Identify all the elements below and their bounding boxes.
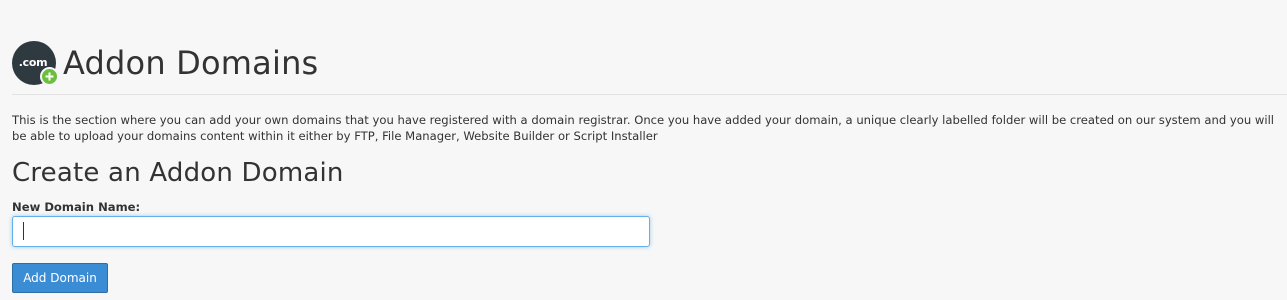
page-title: Addon Domains <box>63 44 319 82</box>
logo-text: .com <box>18 55 48 69</box>
create-section-title: Create an Addon Domain <box>12 158 344 188</box>
new-domain-name-input[interactable] <box>12 216 650 247</box>
text-caret <box>23 222 24 240</box>
addon-domains-page: .com Addon Domains This is the section w… <box>0 0 1287 300</box>
page-header: .com Addon Domains <box>12 41 319 86</box>
plus-icon <box>40 67 59 86</box>
add-domain-button[interactable]: Add Domain <box>12 263 108 293</box>
new-domain-name-label: New Domain Name: <box>12 200 141 214</box>
header-divider <box>12 94 1287 95</box>
page-description: This is the section where you can add yo… <box>12 113 1275 143</box>
domain-add-icon: .com <box>12 41 59 86</box>
